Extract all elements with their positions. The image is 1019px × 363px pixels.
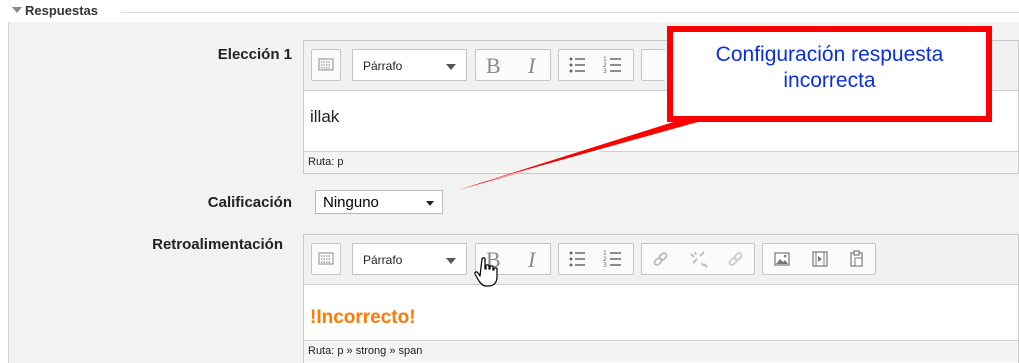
annotation-callout: Configuración respuesta incorrecta — [667, 26, 992, 122]
callout-line-1: Configuración respuesta — [715, 43, 944, 66]
callout-line-2: incorrecta — [783, 69, 876, 92]
callout-text: Configuración respuesta incorrecta — [673, 42, 986, 94]
